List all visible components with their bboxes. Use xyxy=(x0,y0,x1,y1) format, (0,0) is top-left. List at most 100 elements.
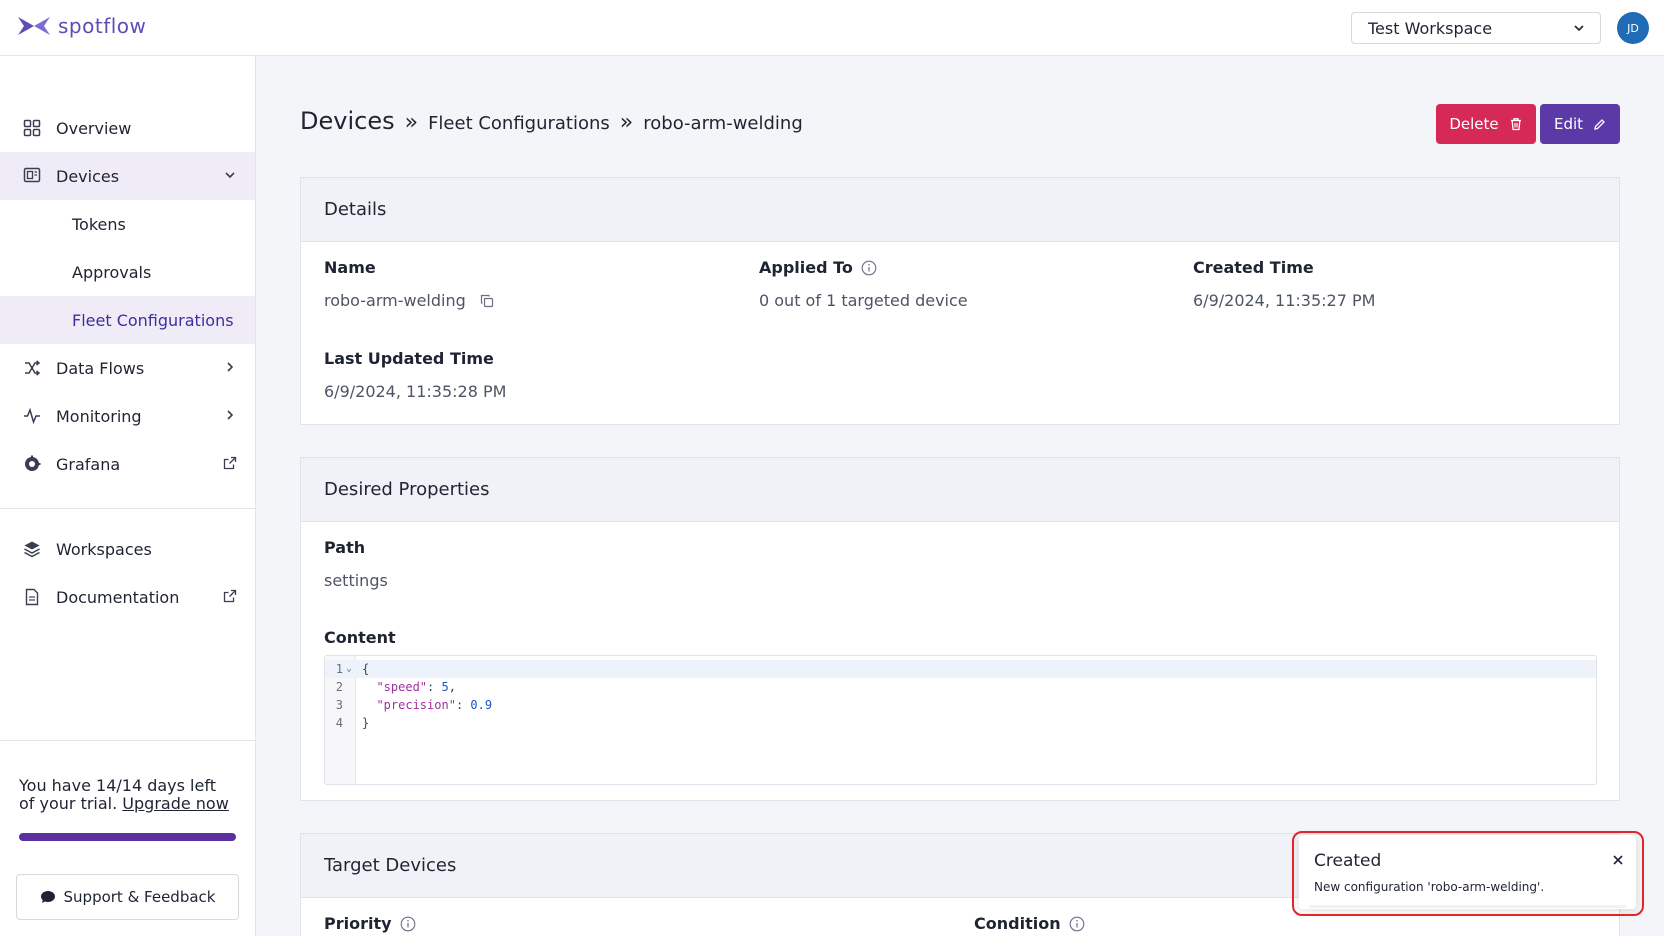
sidebar-item-grafana[interactable]: Grafana xyxy=(0,440,255,488)
toast-progress xyxy=(1309,905,1626,908)
content-field: Content xyxy=(324,628,396,647)
delete-button[interactable]: Delete xyxy=(1436,104,1536,144)
copy-icon[interactable] xyxy=(480,294,494,308)
created-time-value: 6/9/2024, 11:35:27 PM xyxy=(1193,291,1376,310)
avatar[interactable]: JD xyxy=(1617,12,1649,44)
toast-message: New configuration 'robo-arm-welding'. xyxy=(1314,880,1545,894)
applied-to-label-row: Applied To xyxy=(759,258,968,277)
grafana-icon xyxy=(22,454,42,474)
edit-button-label: Edit xyxy=(1553,115,1584,133)
path-value: settings xyxy=(324,571,388,590)
json-code-editor[interactable]: 1 ⌄ { 2 "speed": 5, 3 "precision": 0.9 4… xyxy=(324,655,1597,785)
applied-to-field: Applied To 0 out of 1 targeted device xyxy=(759,258,968,310)
priority-field: Priority xyxy=(324,914,416,933)
priority-label-row: Priority xyxy=(324,914,416,933)
sidebar-item-fleet-configurations[interactable]: Fleet Configurations xyxy=(0,296,255,344)
sidebar-item-workspaces[interactable]: Workspaces xyxy=(0,525,255,573)
sidebar-item-approvals[interactable]: Approvals xyxy=(0,248,255,296)
json-value: 5 xyxy=(441,680,449,694)
condition-label: Condition xyxy=(974,914,1061,933)
devices-icon xyxy=(22,166,42,186)
activity-icon xyxy=(22,406,42,426)
info-icon[interactable] xyxy=(400,916,416,932)
trial-progress-bar xyxy=(19,833,236,841)
document-icon xyxy=(22,587,42,607)
code-text: "speed": 5, xyxy=(376,680,456,694)
applied-to-value: 0 out of 1 targeted device xyxy=(759,291,968,310)
code-text: "precision": 0.9 xyxy=(376,698,493,712)
path-field: Path settings xyxy=(324,538,388,590)
sidebar-item-label: Documentation xyxy=(56,587,180,607)
json-key: "speed" xyxy=(376,680,428,694)
fold-chevron-icon[interactable]: ⌄ xyxy=(346,660,352,678)
chat-icon xyxy=(40,891,55,903)
content-label: Content xyxy=(324,628,396,647)
breadcrumb-current: robo-arm-welding xyxy=(643,113,803,134)
support-feedback-button[interactable]: Support & Feedback xyxy=(16,874,239,920)
line-number: 2 xyxy=(335,680,343,694)
chevron-down-icon xyxy=(221,166,239,184)
chevron-down-icon xyxy=(1574,25,1584,32)
toast-title: Created xyxy=(1314,851,1382,871)
workspace-select[interactable]: Test Workspace xyxy=(1351,12,1601,44)
external-link-icon xyxy=(221,587,239,605)
code-line: 2 "speed": 5, xyxy=(325,678,1596,696)
breadcrumb-devices[interactable]: Devices xyxy=(300,107,395,135)
pencil-icon xyxy=(1594,118,1605,130)
code-line: 1 ⌄ { xyxy=(325,660,1596,678)
applied-to-label: Applied To xyxy=(759,258,853,277)
sidebar-item-label: Monitoring xyxy=(56,406,142,426)
spotflow-logo-icon xyxy=(18,17,50,35)
name-label: Name xyxy=(324,258,376,277)
sidebar-item-monitoring[interactable]: Monitoring xyxy=(0,392,255,440)
breadcrumb: Devices » Fleet Configurations » robo-ar… xyxy=(300,107,803,135)
line-number: 4 xyxy=(335,716,343,730)
logo-text: spotflow xyxy=(58,14,147,38)
desired-properties-card: Desired Properties Path settings Content… xyxy=(300,457,1620,801)
top-bar: spotflow Test Workspace JD xyxy=(0,0,1664,56)
sidebar-item-documentation[interactable]: Documentation xyxy=(0,573,255,621)
code-line: 3 "precision": 0.9 xyxy=(325,696,1596,714)
breadcrumb-fleet-configurations[interactable]: Fleet Configurations xyxy=(428,113,610,134)
json-key: "precision" xyxy=(376,698,456,712)
created-time-label: Created Time xyxy=(1193,258,1314,277)
grid-icon xyxy=(22,118,42,138)
spotflow-logo[interactable]: spotflow xyxy=(16,14,146,38)
double-chevron-icon: » xyxy=(404,110,419,135)
last-updated-field: Last Updated Time 6/9/2024, 11:35:28 PM xyxy=(324,349,506,401)
double-chevron-icon: » xyxy=(619,110,634,135)
last-updated-label: Last Updated Time xyxy=(324,349,494,368)
sidebar: Overview Devices Tokens Approvals Fleet … xyxy=(0,56,256,936)
path-label: Path xyxy=(324,538,366,557)
sidebar-item-label: Devices xyxy=(56,166,120,186)
desired-properties-title: Desired Properties xyxy=(301,458,1619,522)
details-card-title: Details xyxy=(301,178,1619,242)
delete-button-label: Delete xyxy=(1449,115,1499,133)
name-field: Name robo-arm-welding xyxy=(324,258,494,310)
main-content: Devices » Fleet Configurations » robo-ar… xyxy=(257,57,1664,936)
details-card: Details Name robo-arm-welding Applied To… xyxy=(300,177,1620,425)
info-icon[interactable] xyxy=(861,260,877,276)
trash-icon xyxy=(1510,118,1521,131)
sidebar-item-data-flows[interactable]: Data Flows xyxy=(0,344,255,392)
condition-label-row: Condition xyxy=(974,914,1085,933)
sidebar-item-label: Data Flows xyxy=(56,358,145,378)
code-line: 4 } xyxy=(325,714,1596,732)
upgrade-link[interactable]: Upgrade now xyxy=(122,794,229,813)
sidebar-nav: Overview Devices Tokens Approvals Fleet … xyxy=(0,104,255,621)
sidebar-item-label: Workspaces xyxy=(56,539,152,559)
close-icon[interactable] xyxy=(1611,853,1625,867)
sidebar-item-tokens[interactable]: Tokens xyxy=(0,200,255,248)
sidebar-item-label: Tokens xyxy=(72,214,126,234)
trial-text: You have 14/14 days left of your trial. … xyxy=(19,777,236,813)
created-time-field: Created Time 6/9/2024, 11:35:27 PM xyxy=(1193,258,1375,310)
code-text: } xyxy=(362,716,370,730)
json-value: 0.9 xyxy=(470,698,493,712)
sidebar-item-overview[interactable]: Overview xyxy=(0,104,255,152)
sidebar-divider xyxy=(0,508,255,509)
info-icon[interactable] xyxy=(1069,916,1085,932)
edit-button[interactable]: Edit xyxy=(1540,104,1620,144)
sidebar-item-devices[interactable]: Devices xyxy=(0,152,255,200)
condition-field: Condition xyxy=(974,914,1085,933)
sidebar-item-label: Grafana xyxy=(56,454,121,474)
